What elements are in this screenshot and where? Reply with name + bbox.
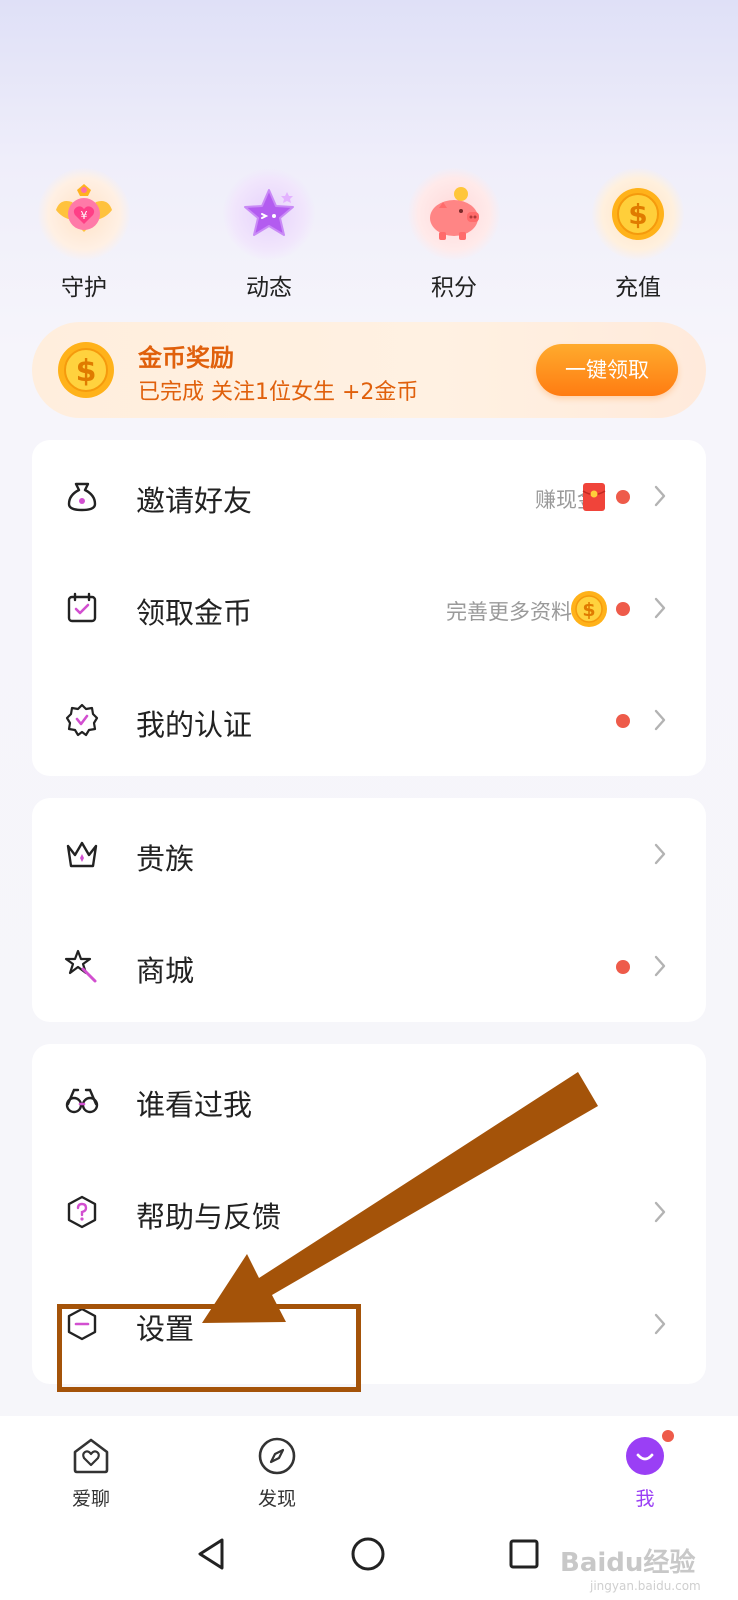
question-icon	[67, 1195, 97, 1229]
tab-label: 发现	[257, 1488, 296, 1510]
menu-item-label: 帮助与反馈	[136, 1200, 282, 1234]
money-bag-icon	[67, 482, 97, 512]
notification-dot	[616, 490, 630, 504]
coin-icon: $	[571, 591, 607, 627]
bottom-tab-bar: 爱聊 发现 我	[0, 1416, 738, 1518]
chevron-right-icon	[654, 597, 666, 619]
compass-icon	[258, 1437, 296, 1475]
svg-text:$: $	[76, 354, 97, 389]
shortcut-bar: ¥ 守护 动态 积分 $ 充值	[0, 168, 738, 301]
tab-label: 爱聊	[71, 1488, 110, 1510]
menu-item-label: 邀请好友	[136, 484, 253, 518]
shortcut-label: 积分	[431, 275, 477, 301]
annotation-highlight-box	[57, 1304, 361, 1392]
magic-wand-icon	[64, 949, 97, 983]
calendar-check-icon	[67, 592, 97, 623]
shortcut-recharge[interactable]: $ 充值	[578, 168, 698, 302]
watermark-text: Baidu经验	[560, 1548, 696, 1578]
chevron-right-icon	[654, 843, 666, 865]
shortcut-label: 充值	[615, 275, 661, 301]
svg-text:$: $	[582, 599, 595, 621]
menu-card-earn: 邀请好友 赚现金 领取金币 完善更多资料 $ 我的认证	[32, 440, 706, 776]
notification-dot	[660, 1428, 676, 1444]
menu-item-help-feedback[interactable]: 帮助与反馈	[32, 1156, 706, 1268]
coin-reward-banner: $ 金币奖励 已完成 关注1位女生 +2金币 一键领取	[32, 322, 706, 418]
chevron-right-icon	[654, 1201, 666, 1223]
chevron-right-icon	[654, 485, 666, 507]
shortcut-guard[interactable]: ¥ 守护	[24, 168, 144, 302]
svg-text:¥: ¥	[81, 209, 88, 222]
menu-item-invite-friends[interactable]: 邀请好友 赚现金	[32, 440, 706, 552]
guard-heart-icon: ¥	[38, 168, 130, 260]
menu-item-label: 我的认证	[136, 708, 253, 742]
shortcut-feed[interactable]: 动态	[209, 168, 329, 302]
menu-item-nobility[interactable]: 贵族	[32, 798, 706, 910]
tab-label: 我	[635, 1488, 655, 1510]
menu-item-store[interactable]: 商城	[32, 910, 706, 1022]
star-face-icon	[223, 168, 315, 260]
notification-dot	[616, 602, 630, 616]
back-triangle-icon[interactable]	[192, 1534, 232, 1574]
menu-item-label: 商城	[136, 954, 195, 988]
notification-dot	[616, 714, 630, 728]
svg-text:$: $	[628, 198, 647, 231]
badge-check-icon	[65, 703, 99, 737]
tab-ailiao[interactable]: 爱聊	[46, 1434, 136, 1511]
watermark-url: jingyan.baidu.com	[590, 1579, 701, 1593]
menu-item-hint: 完善更多资料	[446, 600, 572, 624]
menu-item-label: 贵族	[136, 842, 195, 876]
reward-title: 金币奖励	[138, 344, 234, 372]
system-nav-bar: Baidu经验 jingyan.baidu.com	[0, 1518, 738, 1600]
coin-icon: $	[56, 340, 116, 404]
menu-card-vip: 贵族 商城	[32, 798, 706, 1022]
menu-item-verification[interactable]: 我的认证	[32, 664, 706, 776]
binoculars-icon	[65, 1088, 99, 1114]
shortcut-label: 动态	[246, 275, 292, 301]
piggy-bank-icon	[408, 168, 500, 260]
notification-dot	[616, 960, 630, 974]
chevron-right-icon	[654, 709, 666, 731]
menu-item-who-viewed-me[interactable]: 谁看过我	[32, 1044, 706, 1156]
red-envelope-icon	[582, 483, 606, 511]
tab-discover[interactable]: 发现	[232, 1434, 322, 1511]
reward-description: 已完成 关注1位女生 +2金币	[138, 380, 419, 405]
baidu-watermark: Baidu经验 jingyan.baidu.com	[560, 1542, 701, 1593]
profile-face-icon	[626, 1437, 664, 1475]
shortcut-points[interactable]: 积分	[394, 168, 514, 302]
menu-item-label: 谁看过我	[136, 1088, 253, 1122]
chevron-right-icon	[654, 1313, 666, 1335]
crown-icon	[66, 841, 98, 868]
menu-item-get-coins[interactable]: 领取金币 完善更多资料 $	[32, 552, 706, 664]
chevron-right-icon	[654, 955, 666, 977]
coin-icon: $	[592, 168, 684, 260]
shortcut-label: 守护	[61, 275, 107, 301]
menu-item-label: 领取金币	[136, 596, 253, 630]
claim-all-button[interactable]: 一键领取	[536, 344, 678, 396]
recents-square-icon[interactable]	[504, 1534, 544, 1574]
home-heart-icon	[73, 1438, 109, 1474]
tab-me[interactable]: 我	[600, 1428, 690, 1511]
home-circle-icon[interactable]	[348, 1534, 388, 1574]
